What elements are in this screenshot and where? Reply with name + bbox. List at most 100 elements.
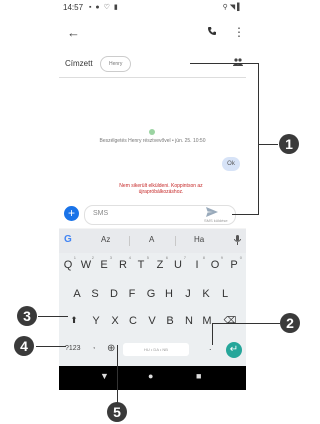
key-hint: 9 xyxy=(220,255,223,260)
key-h[interactable]: H xyxy=(160,288,178,300)
suggestion-2[interactable]: A xyxy=(149,235,154,244)
nav-home-icon[interactable]: ● xyxy=(148,371,153,381)
key-n[interactable]: N xyxy=(180,315,198,327)
callout-line xyxy=(117,345,118,405)
key-hint: 4 xyxy=(128,255,131,260)
callout-1: 1 xyxy=(279,134,299,154)
suggestion-3[interactable]: Ha xyxy=(194,235,204,244)
send-icon[interactable] xyxy=(206,207,218,217)
globe-icon[interactable]: ⊕ xyxy=(107,343,115,354)
send-error-text[interactable]: Nem sikerült elküldeni. Koppintson az új… xyxy=(101,183,221,195)
key-hint: 1 xyxy=(73,255,76,260)
recipient-chip[interactable]: Henry xyxy=(100,56,132,72)
suggestion-divider xyxy=(129,236,130,246)
key-r[interactable]: R4 xyxy=(114,255,132,271)
key-w[interactable]: W2 xyxy=(77,255,95,271)
key-y[interactable]: Y xyxy=(87,315,105,327)
key-b[interactable]: B xyxy=(161,315,179,327)
callout-5: 5 xyxy=(107,402,127,422)
key-label: Q xyxy=(63,259,73,271)
message-thread: Beszélgetés Henry résztvevővel • jún. 25… xyxy=(59,78,246,200)
callout-line xyxy=(36,346,66,347)
status-bar: 14:57 ▪ ● ♡ ▮ ⚲ ◥ ▌ xyxy=(59,1,246,15)
key-label: I xyxy=(195,259,199,271)
key-label: O xyxy=(210,259,220,271)
comma-key[interactable]: , xyxy=(93,341,95,350)
keyboard: G Az A Ha Q1 W2 E3 R4 T5 Z6 U7 I8 O9 P0 xyxy=(59,229,246,366)
key-label: T xyxy=(137,259,145,271)
key-hint: 7 xyxy=(183,255,186,260)
key-label: E xyxy=(100,259,108,271)
nav-recents-icon[interactable]: ■ xyxy=(196,371,201,381)
key-f[interactable]: F xyxy=(123,288,141,300)
key-label: U xyxy=(174,259,182,271)
add-people-icon[interactable] xyxy=(233,58,243,66)
callout-line xyxy=(258,144,278,145)
symbols-key[interactable]: ?123 xyxy=(65,345,81,352)
notification-icons: ▪ ● ♡ ▮ xyxy=(89,4,119,11)
key-p[interactable]: P0 xyxy=(225,255,243,271)
key-label: R xyxy=(119,259,127,271)
key-a[interactable]: A xyxy=(68,288,86,300)
key-z[interactable]: Z6 xyxy=(151,255,169,271)
sms-input[interactable]: SMS SMS küldése xyxy=(84,205,236,225)
callout-line xyxy=(212,323,213,345)
key-label: W xyxy=(80,259,92,271)
phone-call-icon[interactable] xyxy=(207,26,217,36)
key-g[interactable]: G xyxy=(142,288,160,300)
suggestion-strip: G Az A Ha xyxy=(59,229,246,253)
key-hint: 0 xyxy=(239,255,242,260)
back-arrow-icon[interactable]: ← xyxy=(67,25,80,40)
key-t[interactable]: T5 xyxy=(132,255,150,271)
key-v[interactable]: V xyxy=(143,315,161,327)
add-attachment-button[interactable]: + xyxy=(64,206,79,221)
composer-bar: + SMS SMS küldése xyxy=(59,200,246,228)
key-o[interactable]: O9 xyxy=(206,255,224,271)
signal-battery-icons: ⚲ ◥ ▌ xyxy=(222,4,242,11)
suggestion-divider xyxy=(175,236,176,246)
callout-3: 3 xyxy=(17,306,37,326)
key-hint: 2 xyxy=(91,255,94,260)
key-hint: 6 xyxy=(165,255,168,260)
more-options-icon[interactable]: ⋮ xyxy=(233,25,245,39)
microphone-icon[interactable] xyxy=(234,235,241,245)
status-time: 14:57 xyxy=(63,3,84,12)
key-hint: 5 xyxy=(146,255,149,260)
callout-line xyxy=(212,323,280,324)
callout-line xyxy=(190,63,258,64)
recipient-row: Címzett Henry xyxy=(59,51,246,78)
key-label: Z xyxy=(156,259,164,271)
suggestion-1[interactable]: Az xyxy=(101,235,110,244)
nav-back-icon[interactable]: ▼ xyxy=(100,371,109,381)
phone-screen: 14:57 ▪ ● ♡ ▮ ⚲ ◥ ▌ ← ⋮ Címzett Henry Be… xyxy=(59,1,246,390)
key-c[interactable]: C xyxy=(124,315,142,327)
key-l[interactable]: L xyxy=(216,288,234,300)
key-i[interactable]: I8 xyxy=(188,255,206,271)
backspace-key[interactable]: ⌫ xyxy=(221,315,239,326)
key-d[interactable]: D xyxy=(105,288,123,300)
key-k[interactable]: K xyxy=(197,288,215,300)
key-s[interactable]: S xyxy=(86,288,104,300)
key-j[interactable]: J xyxy=(179,288,197,300)
app-bar: ← ⋮ xyxy=(59,15,246,51)
message-bubble[interactable]: Ok xyxy=(222,157,240,171)
enter-key[interactable]: ↵ xyxy=(226,342,242,358)
key-e[interactable]: E3 xyxy=(95,255,113,271)
key-hint: 8 xyxy=(202,255,205,260)
nav-bar: ▼ ● ■ xyxy=(59,366,246,390)
space-bar[interactable]: HU • DA • NB xyxy=(123,343,189,356)
sms-placeholder: SMS xyxy=(93,210,109,217)
key-q[interactable]: Q1 xyxy=(59,255,77,271)
avatar xyxy=(149,129,155,135)
recipient-label: Címzett xyxy=(65,59,93,68)
key-hint: 3 xyxy=(109,255,112,260)
callout-line xyxy=(38,316,68,317)
key-u[interactable]: U7 xyxy=(169,255,187,271)
key-x[interactable]: X xyxy=(106,315,124,327)
callout-2: 2 xyxy=(280,313,300,333)
conversation-info: Beszélgetés Henry résztvevővel • jún. 25… xyxy=(99,138,206,144)
key-m[interactable]: M xyxy=(198,315,216,327)
google-icon[interactable]: G xyxy=(64,234,72,245)
send-label: SMS küldése xyxy=(204,218,228,223)
key-row-4: ?123 , ⊕ HU • DA • NB . ↵ xyxy=(59,337,246,363)
